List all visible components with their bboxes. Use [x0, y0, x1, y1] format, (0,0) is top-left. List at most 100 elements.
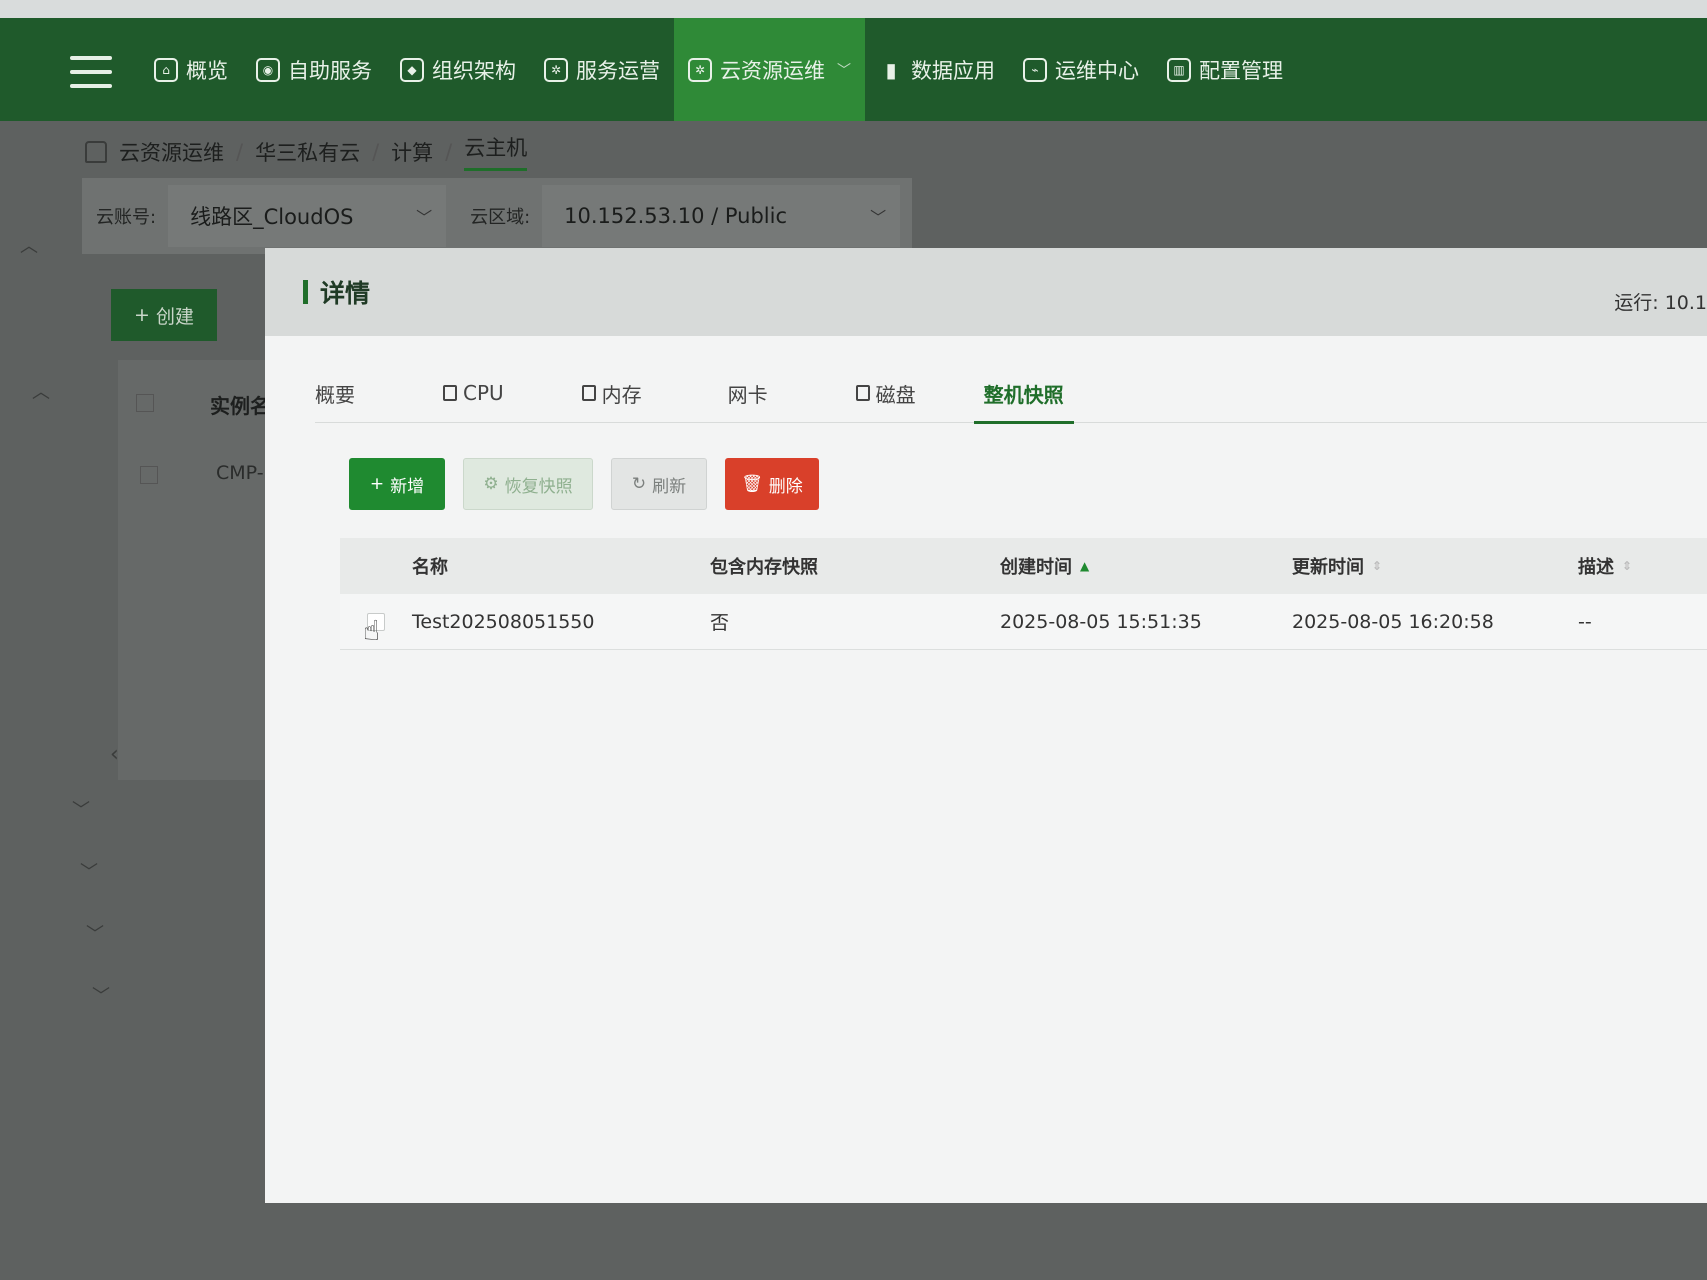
breadcrumb-item[interactable]: 华三私有云	[255, 137, 360, 167]
breadcrumb: 云资源运维 / 华三私有云 / 计算 / 云主机	[85, 132, 528, 171]
nav-item-label: 云资源运维	[720, 58, 825, 83]
column-header-description[interactable]: 描述 ⇕	[1578, 553, 1707, 579]
home-icon: ⌂	[154, 57, 178, 82]
nav-item-cloud-ops[interactable]: ✲ 云资源运维 ﹀	[674, 18, 865, 121]
memory-snapshot-cell: 否	[710, 612, 730, 634]
sort-icon[interactable]: ⇕	[1622, 559, 1632, 573]
gear-icon: ✲	[544, 57, 568, 82]
row-checkbox[interactable]	[140, 466, 158, 484]
tab-label: 网卡	[727, 382, 768, 407]
chevron-down-icon[interactable]: ﹀	[72, 796, 90, 822]
nav-item-data-apps[interactable]: ▮ 数据应用	[865, 18, 1009, 121]
breadcrumb-item[interactable]: 云资源运维	[119, 137, 224, 167]
tab-label: CPU	[463, 381, 504, 405]
new-snapshot-button[interactable]: + 新增	[349, 458, 445, 510]
column-header-label: 更新时间	[1292, 557, 1364, 578]
refresh-button[interactable]: ↻ 刷新	[611, 458, 707, 510]
menu-toggle-icon[interactable]	[70, 56, 112, 88]
column-header-label: 描述	[1578, 557, 1614, 578]
modal-header: 详情 运行: 10.1	[265, 248, 1707, 336]
disk-icon	[855, 385, 870, 401]
column-header-created[interactable]: 创建时间 ▲	[1000, 553, 1292, 579]
description-cell: --	[1578, 610, 1592, 633]
instance-name-header: 实例名	[210, 394, 270, 418]
sort-ascending-icon[interactable]: ▲	[1080, 559, 1089, 573]
chevron-down-icon[interactable]: ﹀	[86, 920, 104, 946]
top-navigation-bar: ⌂ 概览 ◉ 自助服务 ◆ 组织架构 ✲ 服务运营 ✲ 云资源运维 ﹀ ▮ 数据…	[0, 18, 1707, 121]
nav-item-label: 组织架构	[432, 58, 516, 83]
chevron-up-icon[interactable]: ︿	[20, 232, 38, 258]
cpu-icon	[443, 385, 457, 401]
nav-item-label: 运维中心	[1055, 58, 1139, 83]
account-select[interactable]: 线路区_CloudOS ﹀	[168, 185, 447, 247]
breadcrumb-item[interactable]: 计算	[391, 137, 433, 167]
column-header-label: 创建时间	[1000, 557, 1072, 578]
cloud-ops-icon: ✲	[688, 57, 712, 82]
memory-icon	[581, 385, 596, 401]
tab-memory[interactable]: 内存	[581, 363, 642, 423]
region-label: 云区域:	[470, 207, 531, 228]
plus-icon: +	[134, 304, 150, 326]
nav-item-service-ops[interactable]: ✲ 服务运营	[530, 18, 674, 121]
updated-time-cell: 2025-08-05 16:20:58	[1292, 610, 1494, 633]
tab-disk[interactable]: 磁盘	[855, 363, 916, 423]
column-header-memory-snapshot: 包含内存快照	[710, 557, 818, 578]
refresh-button-label: 刷新	[652, 476, 687, 497]
trash-icon: 🗑	[741, 474, 763, 494]
window-top-edge	[0, 0, 1707, 18]
main-nav: ⌂ 概览 ◉ 自助服务 ◆ 组织架构 ✲ 服务运营 ✲ 云资源运维 ﹀ ▮ 数据…	[140, 18, 1297, 121]
restore-icon: ⚙	[483, 474, 499, 494]
hand-cursor-icon: ☝	[363, 614, 381, 647]
created-time-cell: 2025-08-05 15:51:35	[1000, 610, 1202, 633]
monitor-icon: ⌁	[1023, 57, 1047, 82]
tab-overview[interactable]: 概要	[315, 363, 355, 423]
detail-tabs: 概要 CPU 内存 网卡 磁盘 整机快照	[315, 363, 1707, 424]
nav-item-label: 服务运营	[576, 58, 660, 83]
account-select-value: 线路区_CloudOS	[190, 205, 354, 229]
nav-item-ops-center[interactable]: ⌁ 运维中心	[1009, 18, 1153, 121]
home-icon[interactable]	[85, 140, 107, 163]
snapshot-toolbar: + 新增 ⚙ 恢复快照 ↻ 刷新 🗑 删除	[349, 458, 819, 510]
plus-icon: +	[369, 474, 385, 494]
tab-label: 磁盘	[875, 382, 916, 407]
bar-chart-icon: ▮	[885, 57, 897, 82]
filter-bar: 云账号: 线路区_CloudOS ﹀ 云区域: 10.152.53.10 / P…	[82, 178, 912, 254]
nav-item-self-service[interactable]: ◉ 自助服务	[242, 18, 386, 121]
delete-button[interactable]: 🗑 删除	[725, 458, 819, 510]
chevron-down-icon: ﹀	[870, 208, 887, 227]
tab-label: 整机快照	[983, 382, 1064, 407]
snapshot-name-cell: Test202508051550	[412, 610, 595, 633]
chevron-down-icon[interactable]: ﹀	[92, 982, 110, 1008]
nav-item-label: 配置管理	[1199, 58, 1283, 83]
column-header-updated[interactable]: 更新时间 ⇕	[1292, 553, 1578, 579]
tab-cpu[interactable]: CPU	[443, 363, 504, 423]
nav-item-overview[interactable]: ⌂ 概览	[140, 18, 242, 121]
tab-full-snapshot[interactable]: 整机快照	[973, 363, 1074, 424]
collapse-sidebar-icon[interactable]: ‹	[110, 742, 119, 767]
tab-nic[interactable]: 网卡	[728, 363, 768, 423]
restore-button-label: 恢复快照	[504, 476, 573, 497]
breadcrumb-separator: /	[372, 139, 380, 164]
region-select[interactable]: 10.152.53.10 / Public ﹀	[542, 185, 901, 247]
nav-item-org[interactable]: ◆ 组织架构	[386, 18, 530, 121]
chevron-up-icon[interactable]: ︿	[32, 378, 50, 404]
instance-list-panel	[118, 360, 278, 780]
table-header: 名称 包含内存快照 创建时间 ▲ 更新时间 ⇕ 描述 ⇕	[340, 538, 1707, 594]
table-row[interactable]: Test202508051550 否 2025-08-05 15:51:35 2…	[340, 594, 1707, 650]
delete-button-label: 删除	[768, 476, 803, 497]
create-button[interactable]: + 创建	[111, 289, 217, 341]
chevron-down-icon[interactable]: ﹀	[80, 858, 98, 884]
chevron-down-icon: ﹀	[837, 62, 851, 79]
column-header-name: 名称	[412, 557, 448, 578]
restore-snapshot-button[interactable]: ⚙ 恢复快照	[463, 458, 593, 510]
account-label: 云账号:	[96, 207, 157, 228]
create-button-label: 创建	[155, 305, 194, 328]
breadcrumb-current: 云主机	[464, 132, 528, 171]
layers-icon: ◆	[400, 57, 424, 82]
snapshot-table: 名称 包含内存快照 创建时间 ▲ 更新时间 ⇕ 描述 ⇕ Test2025080…	[340, 538, 1707, 650]
title-accent-bar	[303, 280, 308, 304]
nav-item-config[interactable]: ▥ 配置管理	[1153, 18, 1297, 121]
sort-icon[interactable]: ⇕	[1372, 559, 1382, 573]
select-all-checkbox[interactable]	[136, 394, 154, 412]
tab-label: 概要	[315, 382, 355, 407]
